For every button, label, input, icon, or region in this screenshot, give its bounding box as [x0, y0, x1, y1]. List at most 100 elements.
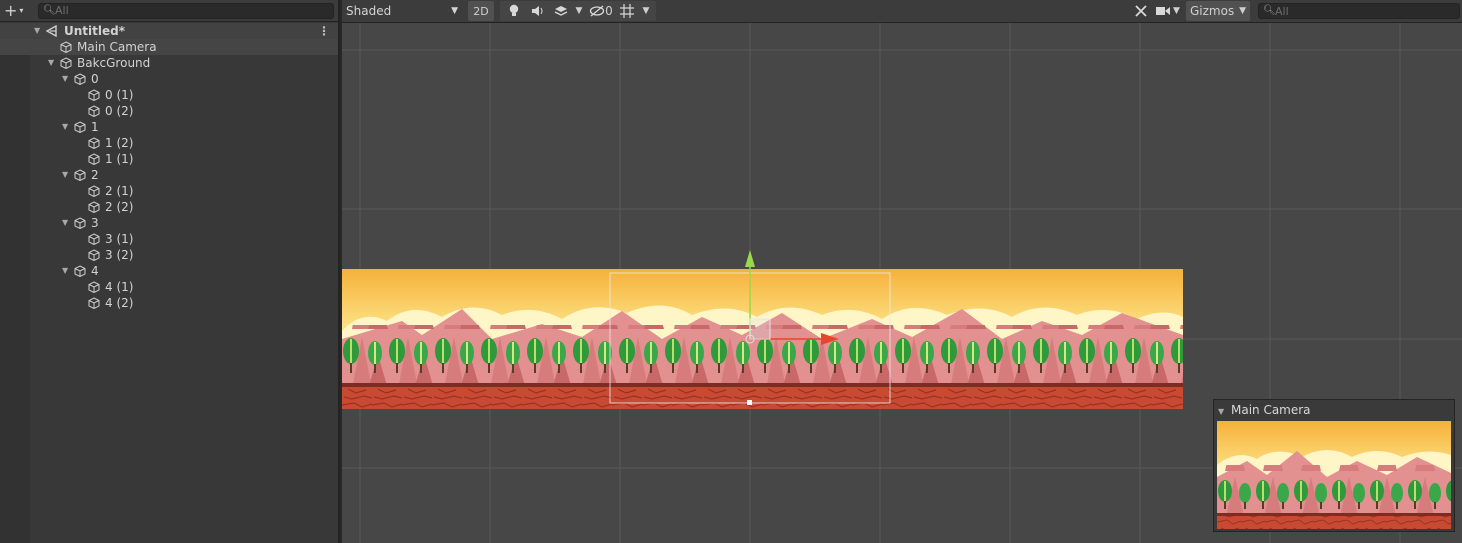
- background-sprite[interactable]: [342, 269, 1183, 409]
- cube-icon: [88, 297, 100, 309]
- add-object-button[interactable]: + ▾: [4, 1, 34, 20]
- unity-scene-icon: [46, 25, 57, 37]
- camera-preview-image: [1217, 421, 1451, 529]
- hierarchy-item-label: 0 (1): [105, 88, 134, 102]
- hierarchy-tree: ▼ Untitled* ⋮ Main Camera ▼ BakcGround ▼: [0, 23, 338, 311]
- cube-icon: [60, 41, 72, 53]
- hierarchy-item-label: 2: [91, 168, 99, 182]
- eye-slash-icon: [590, 5, 605, 17]
- grid-icon[interactable]: [616, 1, 638, 21]
- search-icon: 🔍︎: [1263, 5, 1276, 16]
- camera-preview-header[interactable]: ▼ Main Camera: [1214, 400, 1454, 420]
- chevron-down-icon[interactable]: ▼: [638, 1, 654, 21]
- chevron-down-icon: ▼: [1239, 6, 1246, 16]
- hierarchy-item-label: 0 (2): [105, 104, 134, 118]
- scene-row[interactable]: ▼ Untitled* ⋮: [0, 23, 338, 39]
- collapse-arrow-icon[interactable]: ▼: [62, 71, 68, 87]
- scene-view[interactable]: Shaded ▼ 2D ▼ 0 ▼ ▼ Gizmos ▼ 🔍︎ All ▼ Ma…: [342, 0, 1462, 543]
- chevron-down-icon: ▼: [1173, 6, 1180, 16]
- speaker-icon[interactable]: [526, 1, 550, 21]
- shading-mode-dropdown[interactable]: Shaded ▼: [344, 1, 464, 21]
- hierarchy-item[interactable]: ▼ 1: [0, 119, 338, 135]
- cube-icon: [74, 73, 86, 85]
- hierarchy-item-label: 1 (1): [105, 152, 134, 166]
- hierarchy-item-label: 4 (1): [105, 280, 134, 294]
- hierarchy-item[interactable]: 4 (2): [0, 295, 338, 311]
- hidden-count: 0: [605, 4, 613, 18]
- camera-preview-window[interactable]: ▼ Main Camera: [1213, 399, 1455, 532]
- hierarchy-item[interactable]: ▼ 3: [0, 215, 338, 231]
- hierarchy-item[interactable]: 3 (2): [0, 247, 338, 263]
- hierarchy-search-input[interactable]: 🔍︎ All: [38, 2, 334, 19]
- hierarchy-item[interactable]: 4 (1): [0, 279, 338, 295]
- hierarchy-item-label: 2 (2): [105, 200, 134, 214]
- scene-toolbar: Shaded ▼ 2D ▼ 0 ▼ ▼ Gizmos ▼ 🔍︎ All: [342, 0, 1462, 23]
- hierarchy-item[interactable]: Main Camera: [0, 39, 338, 55]
- hierarchy-item-label: 4 (2): [105, 296, 134, 310]
- hierarchy-item[interactable]: ▼ 0: [0, 71, 338, 87]
- hidden-objects-toggle[interactable]: 0: [586, 1, 616, 21]
- gizmos-dropdown[interactable]: Gizmos ▼: [1186, 1, 1250, 21]
- plus-icon: +: [4, 1, 18, 20]
- hierarchy-item[interactable]: 3 (1): [0, 231, 338, 247]
- hierarchy-item-label: 4: [91, 264, 99, 278]
- layers-icon[interactable]: [550, 1, 572, 21]
- collapse-arrow-icon[interactable]: ▼: [62, 167, 68, 183]
- hierarchy-item[interactable]: ▼ 2: [0, 167, 338, 183]
- cube-icon: [74, 265, 86, 277]
- camera-preview-title: Main Camera: [1230, 403, 1311, 417]
- hierarchy-item-label: 3: [91, 216, 99, 230]
- search-placeholder: All: [1275, 4, 1289, 18]
- cube-icon: [88, 185, 100, 197]
- cube-icon: [74, 169, 86, 181]
- hierarchy-item-label: 3 (1): [105, 232, 134, 246]
- cube-icon: [88, 137, 100, 149]
- hierarchy-item[interactable]: 0 (1): [0, 87, 338, 103]
- hierarchy-item-label: 1 (2): [105, 136, 134, 150]
- cube-icon: [88, 233, 100, 245]
- hierarchy-item-label: 2 (1): [105, 184, 134, 198]
- gizmos-label: Gizmos: [1190, 4, 1235, 18]
- unity-editor: + ▾ 🔍︎ All ▼ Untitled* ⋮ Main Camera ▼ B…: [0, 0, 1462, 543]
- camera-icon: [1156, 7, 1171, 15]
- hierarchy-item-label: Main Camera: [77, 40, 157, 54]
- hierarchy-item[interactable]: ▼ BakcGround: [0, 55, 338, 71]
- hierarchy-item-label: 0: [91, 72, 99, 86]
- cube-icon: [88, 153, 100, 165]
- scene-search-input[interactable]: 🔍︎ All: [1258, 3, 1460, 19]
- hierarchy-toolbar: + ▾ 🔍︎ All: [0, 0, 338, 22]
- hierarchy-item[interactable]: ▼ 4: [0, 263, 338, 279]
- search-icon: 🔍︎: [43, 4, 56, 16]
- collapse-arrow-icon[interactable]: ▼: [34, 23, 40, 39]
- cube-icon: [88, 201, 100, 213]
- collapse-arrow-icon[interactable]: ▼: [48, 55, 54, 71]
- more-options-icon[interactable]: ⋮: [318, 23, 330, 39]
- shading-mode-label: Shaded: [346, 4, 392, 18]
- toggle-2d-button[interactable]: 2D: [468, 1, 494, 21]
- cube-icon: [60, 57, 72, 69]
- cube-icon: [88, 249, 100, 261]
- camera-settings-button[interactable]: ▼: [1152, 1, 1184, 21]
- tools-icon[interactable]: [1130, 1, 1152, 21]
- chevron-down-icon: ▼: [451, 6, 458, 16]
- hierarchy-item-label: BakcGround: [77, 56, 151, 70]
- collapse-arrow-icon[interactable]: ▼: [62, 215, 68, 231]
- collapse-arrow-icon[interactable]: ▼: [1218, 407, 1224, 416]
- light-bulb-icon[interactable]: [502, 1, 526, 21]
- cube-icon: [74, 121, 86, 133]
- cube-icon: [88, 281, 100, 293]
- scene-toggles-group: ▼ 0 ▼: [500, 1, 656, 21]
- hierarchy-item[interactable]: 2 (1): [0, 183, 338, 199]
- hierarchy-item[interactable]: 2 (2): [0, 199, 338, 215]
- chevron-down-icon[interactable]: ▼: [572, 1, 586, 21]
- collapse-arrow-icon[interactable]: ▼: [62, 119, 68, 135]
- hierarchy-item[interactable]: 1 (1): [0, 151, 338, 167]
- scene-name: Untitled*: [64, 24, 125, 38]
- hierarchy-item[interactable]: 1 (2): [0, 135, 338, 151]
- hierarchy-panel: + ▾ 🔍︎ All ▼ Untitled* ⋮ Main Camera ▼ B…: [0, 0, 340, 543]
- cube-icon: [88, 89, 100, 101]
- collapse-arrow-icon[interactable]: ▼: [62, 263, 68, 279]
- hierarchy-item[interactable]: 0 (2): [0, 103, 338, 119]
- cube-icon: [74, 217, 86, 229]
- chevron-down-icon: ▾: [19, 6, 24, 15]
